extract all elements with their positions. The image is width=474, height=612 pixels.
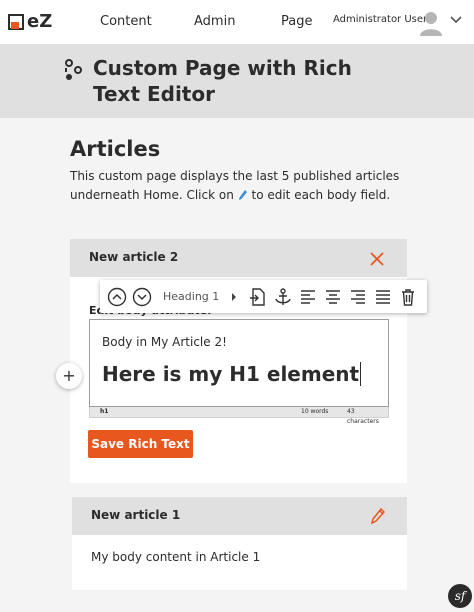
logo-mark-icon	[8, 13, 24, 30]
article-card: New article 1 My body content in Article…	[72, 497, 407, 590]
justify-icon[interactable]	[373, 287, 393, 307]
article-card-header: New article 1	[72, 497, 407, 535]
chevron-down-circle-icon[interactable]	[132, 287, 152, 307]
section-heading: Articles	[70, 137, 161, 161]
page-title: Custom Page with Rich Text Editor	[93, 56, 352, 106]
page-builder-icon	[65, 59, 82, 80]
logo-text: eZ	[27, 11, 53, 32]
style-dropdown[interactable]: Heading 1	[163, 290, 219, 303]
chevron-up-circle-icon[interactable]	[107, 287, 127, 307]
save-rich-text-button[interactable]: Save Rich Text	[88, 430, 193, 458]
align-center-icon[interactable]	[323, 287, 343, 307]
nav-content[interactable]: Content	[100, 14, 152, 29]
editor-status-bar: h1 10 words 43 characters	[89, 407, 389, 425]
editor-heading-text: Here is my H1 element	[102, 362, 360, 386]
article-title: New article 1	[91, 508, 181, 522]
nav-admin[interactable]: Admin	[194, 14, 235, 29]
anchor-icon[interactable]	[273, 287, 293, 307]
pencil-icon[interactable]	[370, 507, 386, 525]
rich-text-editor[interactable]: Body in My Article 2! Here is my H1 elem…	[89, 319, 389, 407]
character-count: 43 characters	[347, 408, 379, 425]
avatar-icon[interactable]	[419, 10, 443, 36]
text-caret	[360, 362, 362, 386]
intro-text-after: to edit each body field.	[251, 188, 391, 202]
nav-page[interactable]: Page	[281, 14, 312, 29]
editor-paragraph[interactable]: Body in My Article 2!	[102, 335, 227, 349]
ez-logo[interactable]: eZ	[8, 11, 52, 32]
top-navigation: eZ Content Admin Page Administrator User	[0, 0, 474, 44]
article-body: My body content in Article 1	[91, 550, 261, 564]
chevron-down-icon[interactable]	[449, 15, 463, 25]
trash-icon[interactable]	[398, 287, 418, 307]
user-name[interactable]: Administrator User	[333, 14, 427, 25]
rich-text-toolbar: Heading 1	[100, 280, 427, 313]
editor-heading[interactable]: Here is my H1 element	[102, 362, 362, 386]
close-icon[interactable]	[369, 251, 385, 267]
pencil-icon	[238, 190, 247, 200]
symfony-toolbar-icon[interactable]: sf	[448, 584, 472, 608]
align-left-icon[interactable]	[298, 287, 318, 307]
article-title: New article 2	[89, 250, 179, 264]
article-card-editing: New article 2 Edit body attribute: Body …	[70, 239, 407, 483]
intro-text: This custom page displays the last 5 pub…	[70, 167, 410, 205]
word-count: 10 words	[301, 408, 329, 415]
embed-document-icon[interactable]	[248, 287, 268, 307]
caret-right-icon[interactable]	[230, 292, 238, 302]
add-element-button[interactable]: +	[56, 363, 82, 389]
align-right-icon[interactable]	[348, 287, 368, 307]
article-card-header: New article 2	[70, 239, 407, 277]
element-path[interactable]: h1	[100, 407, 108, 417]
